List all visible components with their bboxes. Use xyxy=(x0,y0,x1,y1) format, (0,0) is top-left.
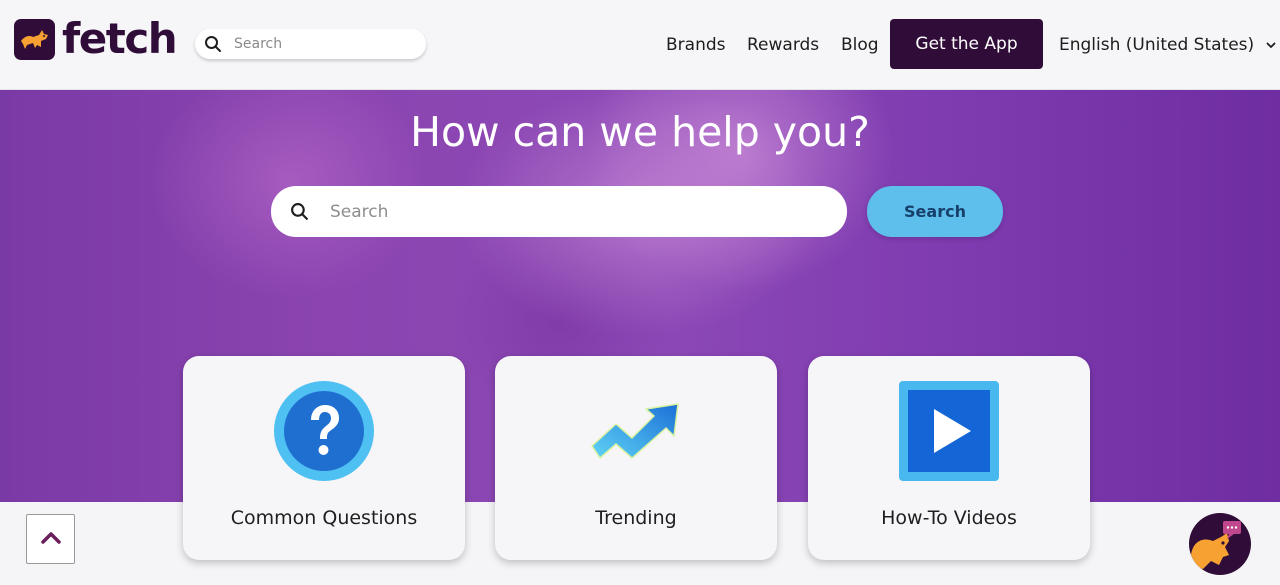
help-search[interactable] xyxy=(271,186,847,237)
dog-chat-icon xyxy=(1189,513,1251,575)
get-the-app-button[interactable]: Get the App xyxy=(890,19,1043,69)
header-search-input[interactable] xyxy=(232,35,416,53)
header-search[interactable] xyxy=(195,29,426,59)
scroll-to-top-button[interactable] xyxy=(26,514,75,564)
card-label: Common Questions xyxy=(230,507,418,529)
dog-icon xyxy=(14,18,55,60)
language-selector[interactable]: English (United States) xyxy=(1059,34,1276,56)
nav-blog[interactable]: Blog xyxy=(841,34,879,56)
site-header: fetch Brands Rewards Blog Get the App En… xyxy=(0,0,1280,90)
trending-arrow-icon xyxy=(495,380,777,482)
chevron-up-icon xyxy=(40,530,62,549)
question-mark-icon xyxy=(183,380,465,482)
language-label: English (United States) xyxy=(1059,35,1255,55)
logo-wordmark: fetch xyxy=(62,14,178,63)
fetch-logo[interactable]: fetch xyxy=(14,14,178,63)
help-search-button[interactable]: Search xyxy=(867,186,1003,237)
card-common-questions[interactable]: Common Questions xyxy=(183,356,465,560)
search-icon xyxy=(204,35,222,53)
chat-widget-button[interactable] xyxy=(1189,513,1251,575)
nav-rewards[interactable]: Rewards xyxy=(747,34,819,56)
search-icon xyxy=(290,202,309,221)
play-video-icon xyxy=(808,380,1090,482)
hero-title: How can we help you? xyxy=(410,108,870,156)
card-how-to-videos[interactable]: How-To Videos xyxy=(808,356,1090,560)
nav-brands[interactable]: Brands xyxy=(666,34,726,56)
card-trending[interactable]: Trending xyxy=(495,356,777,560)
card-label: Trending xyxy=(595,507,677,529)
help-search-input[interactable] xyxy=(328,200,832,223)
card-label: How-To Videos xyxy=(881,507,1017,529)
chevron-down-icon xyxy=(1266,42,1276,49)
